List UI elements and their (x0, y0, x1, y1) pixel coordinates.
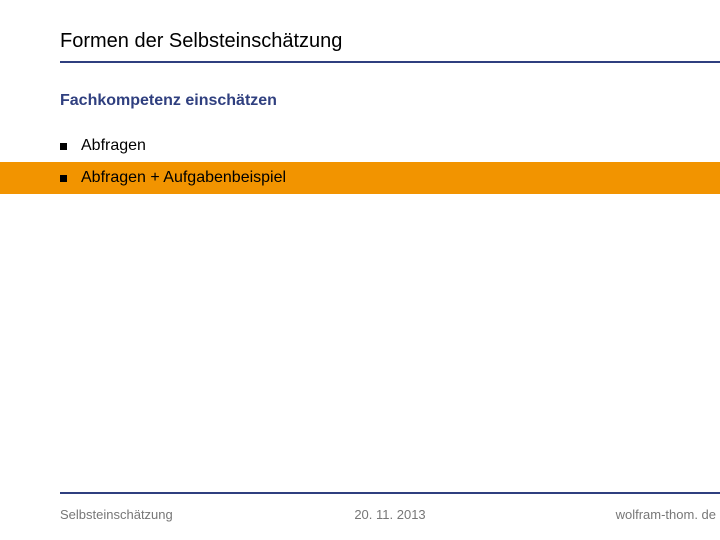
bullet-icon (60, 175, 67, 182)
footer-date: 20. 11. 2013 (60, 507, 720, 522)
bullet-list: Abfragen Abfragen + Aufgabenbeispiel (0, 130, 720, 194)
bullet-icon (60, 143, 67, 150)
list-item: Abfragen (0, 130, 720, 162)
title-rule (60, 61, 720, 63)
list-item-text: Abfragen (81, 137, 146, 155)
list-item: Abfragen + Aufgabenbeispiel (0, 162, 720, 194)
slide-title: Formen der Selbsteinschätzung (60, 30, 720, 59)
subtitle: Fachkompetenz einschätzen (60, 92, 277, 110)
list-item-text: Abfragen + Aufgabenbeispiel (81, 169, 286, 187)
slide: Formen der Selbsteinschätzung Fachkompet… (0, 0, 720, 540)
footer-rule (60, 492, 720, 494)
header: Formen der Selbsteinschätzung (60, 30, 720, 63)
footer: Selbsteinschätzung 20. 11. 2013 wolfram-… (60, 507, 720, 522)
